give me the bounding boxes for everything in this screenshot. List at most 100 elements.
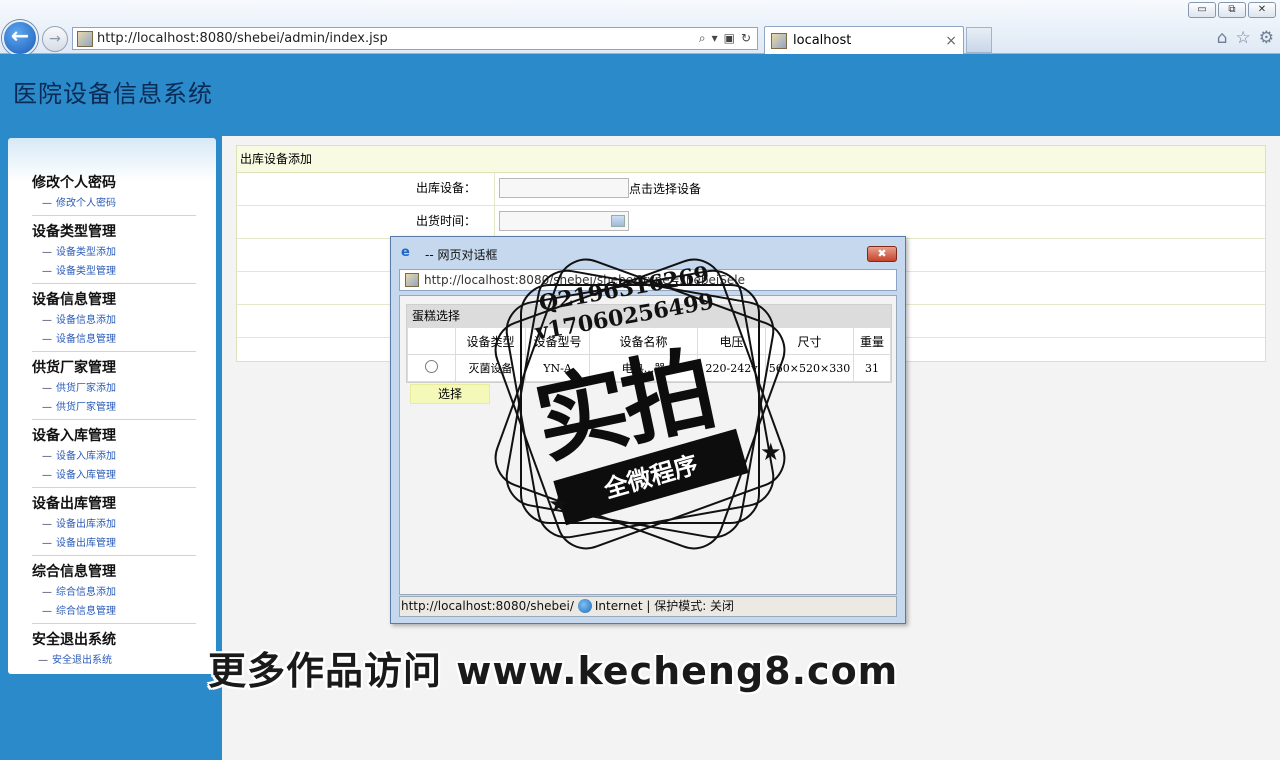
calendar-icon[interactable]	[611, 215, 625, 227]
row-radio[interactable]	[425, 360, 438, 373]
web-dialog: e -- 网页对话框 ✖ http://localhost:8080/shebe…	[390, 236, 906, 624]
menu-group-stock-in: 设备入库管理 — 设备入库添加 — 设备入库管理	[32, 425, 196, 488]
new-tab-button[interactable]	[966, 27, 992, 53]
dialog-close-button[interactable]: ✖	[867, 246, 897, 262]
browser-toolbar: ▭ ⧉ ✕ ← → http://localhost:8080/shebei/a…	[0, 0, 1280, 56]
menu-item[interactable]: — 设备出库添加	[32, 515, 196, 534]
sidebar-menu: 修改个人密码 — 修改个人密码 设备类型管理 — 设备类型添加 — 设备类型管理 设备…	[8, 138, 216, 674]
minimize-button[interactable]: ▭	[1188, 2, 1216, 18]
select-cell	[407, 354, 456, 382]
menu-group-title: 设备类型管理	[32, 224, 116, 240]
picker-title: 蛋糕选择	[407, 305, 891, 327]
dialog-favicon-icon	[405, 273, 419, 287]
menu-item[interactable]: — 修改个人密码	[32, 194, 196, 213]
status-url: http://localhost:8080/shebei/	[401, 599, 574, 613]
menu-group-password: 修改个人密码 — 修改个人密码	[32, 172, 196, 216]
time-value	[499, 211, 629, 231]
cell-name: 电热...器	[589, 354, 698, 382]
globe-icon	[577, 599, 592, 613]
menu-group-logout: 安全退出系统 — 安全退出系统	[32, 629, 196, 670]
divider	[32, 351, 196, 352]
menu-group-stock-out: 设备出库管理 — 设备出库添加 — 设备出库管理	[32, 493, 196, 556]
menu-group-title: 设备入库管理	[32, 428, 116, 444]
device-label: 出库设备：	[237, 173, 495, 205]
address-bar[interactable]: http://localhost:8080/shebei/admin/index…	[72, 27, 758, 50]
menu-item[interactable]: — 设备类型管理	[32, 262, 196, 281]
address-tools: ⌕ ▾ ▣ ↻	[699, 31, 757, 46]
pick-device-link[interactable]: 点击选择设备	[629, 180, 701, 197]
cell-type: 灭菌设备	[455, 354, 526, 382]
dialog-address-bar: http://localhost:8080/shebei/shebei?type…	[399, 269, 897, 291]
watermark-footer: 更多作品访问 www.kecheng8.com	[208, 649, 899, 693]
window-controls: ▭ ⧉ ✕	[1188, 2, 1276, 18]
column-header: 设备型号	[525, 327, 590, 355]
search-icon[interactable]: ⌕	[699, 31, 706, 46]
menu-item[interactable]: — 设备信息添加	[32, 311, 196, 330]
picker-table: 设备类型 设备型号 设备名称 电压 尺寸 重量 灭菌设备 YN-A 电热...器…	[407, 327, 891, 382]
favorites-star-icon[interactable]: ☆	[1236, 28, 1251, 48]
menu-group-device-info: 设备信息管理 — 设备信息添加 — 设备信息管理	[32, 289, 196, 352]
forward-button[interactable]: →	[42, 26, 68, 52]
status-zone: Internet | 保护模式: 关闭	[594, 599, 735, 613]
browser-right-tools: ⌂ ☆ ⚙	[1217, 28, 1274, 48]
menu-group-title: 供货厂家管理	[32, 360, 116, 376]
refresh-icon[interactable]: ↻	[741, 31, 751, 46]
form-title: 出库设备添加	[237, 146, 1265, 173]
menu-item[interactable]: — 设备入库添加	[32, 447, 196, 466]
address-url[interactable]: http://localhost:8080/shebei/admin/index…	[97, 31, 699, 46]
divider	[32, 283, 196, 284]
menu-item[interactable]: — 设备信息管理	[32, 330, 196, 349]
menu-item[interactable]: — 设备类型添加	[32, 243, 196, 262]
menu-item[interactable]: — 设备入库管理	[32, 466, 196, 485]
menu-item[interactable]: — 供货厂家管理	[32, 398, 196, 417]
time-input[interactable]	[499, 211, 629, 231]
tab-favicon-icon	[771, 32, 787, 49]
cell-weight: 31	[853, 354, 891, 382]
dialog-url: http://localhost:8080/shebei/shebei?type…	[424, 273, 745, 287]
close-window-button[interactable]: ✕	[1248, 2, 1276, 18]
menu-item[interactable]: — 综合信息添加	[32, 583, 196, 602]
dialog-status-bar: http://localhost:8080/shebei/Internet | …	[399, 596, 897, 617]
menu-item-logout[interactable]: — 安全退出系统	[32, 651, 196, 670]
menu-group-title: 修改个人密码	[32, 175, 116, 191]
table-header-row: 设备类型 设备型号 设备名称 电压 尺寸 重量	[407, 327, 891, 355]
menu-item[interactable]: — 供货厂家添加	[32, 379, 196, 398]
menu-group-title: 设备出库管理	[32, 496, 116, 512]
menu-item[interactable]: — 设备出库管理	[32, 534, 196, 553]
settings-gear-icon[interactable]: ⚙	[1259, 28, 1274, 48]
device-value: 点击选择设备	[499, 178, 701, 198]
compat-view-icon[interactable]: ▣	[724, 31, 735, 46]
ie-logo-icon: e	[401, 245, 410, 260]
tab-close-icon[interactable]: ×	[945, 33, 963, 49]
restore-button[interactable]: ⧉	[1218, 2, 1246, 18]
dialog-body: 蛋糕选择 设备类型 设备型号 设备名称 电压 尺寸 重量 灭菌设备 YN-A 电…	[399, 295, 897, 595]
home-icon[interactable]: ⌂	[1217, 28, 1228, 48]
menu-group-title: 综合信息管理	[32, 564, 116, 580]
menu-group-title: 安全退出系统	[32, 632, 116, 648]
divider	[32, 215, 196, 216]
cell-voltage: 220-242v	[697, 354, 766, 382]
select-button[interactable]: 选择	[410, 384, 490, 404]
dropdown-icon[interactable]: ▾	[712, 31, 718, 46]
menu-group-supplier: 供货厂家管理 — 供货厂家添加 — 供货厂家管理	[32, 357, 196, 420]
device-picker: 蛋糕选择 设备类型 设备型号 设备名称 电压 尺寸 重量 灭菌设备 YN-A 电…	[406, 304, 892, 383]
time-label: 出货时间：	[237, 206, 495, 238]
menu-group-device-type: 设备类型管理 — 设备类型添加 — 设备类型管理	[32, 221, 196, 284]
dialog-title: -- 网页对话框	[425, 248, 498, 262]
column-header: 设备类型	[455, 327, 526, 355]
dialog-titlebar[interactable]: e -- 网页对话框 ✖	[391, 237, 905, 271]
form-row-time: 出货时间：	[237, 206, 1265, 239]
browser-tab[interactable]: localhost ×	[764, 26, 964, 54]
menu-item[interactable]: — 综合信息管理	[32, 602, 196, 621]
column-header: 重量	[853, 327, 891, 355]
divider	[32, 555, 196, 556]
site-header: 医院设备信息系统	[0, 54, 1280, 136]
column-header: 尺寸	[765, 327, 854, 355]
column-header: 电压	[697, 327, 766, 355]
table-row[interactable]: 灭菌设备 YN-A 电热...器 220-242v 560×520×330 31	[407, 354, 891, 382]
divider	[32, 419, 196, 420]
back-button[interactable]: ←	[2, 20, 38, 56]
divider	[32, 623, 196, 624]
device-input[interactable]	[499, 178, 629, 198]
menu-group-title: 设备信息管理	[32, 292, 116, 308]
